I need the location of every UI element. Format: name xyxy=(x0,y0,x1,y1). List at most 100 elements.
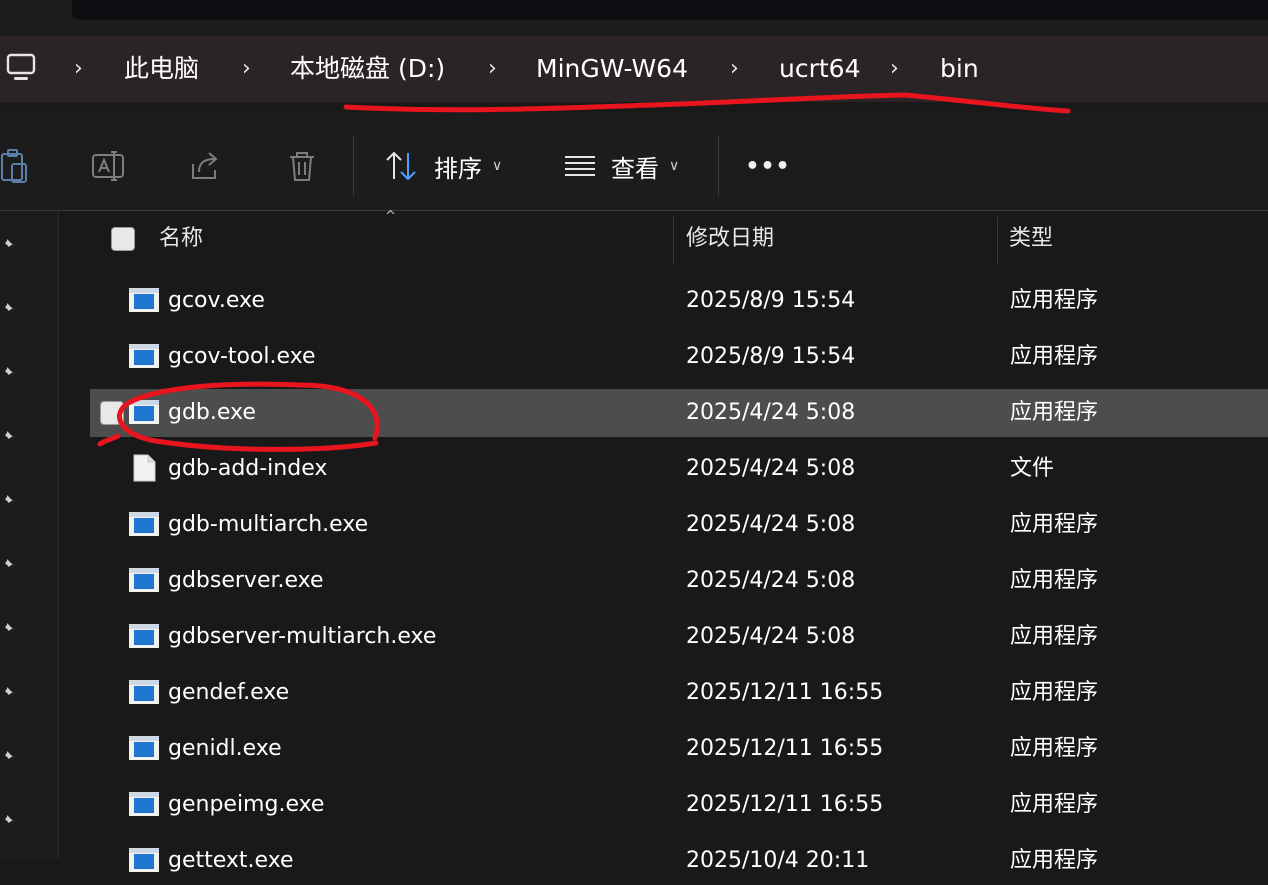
column-type[interactable]: 类型 xyxy=(1009,211,1053,267)
file-type: 应用程序 xyxy=(1010,624,1099,649)
column-header: ^ 名称 修改日期 类型 xyxy=(59,209,1268,267)
exe-icon xyxy=(129,400,159,424)
exe-icon xyxy=(129,792,159,816)
file-type: 应用程序 xyxy=(1010,568,1099,593)
pin-icon[interactable] xyxy=(2,300,16,314)
file-name[interactable]: gendef.exe xyxy=(168,669,289,717)
view-button[interactable]: 查看 ∨ xyxy=(563,146,679,186)
exe-icon xyxy=(129,848,159,872)
file-type: 应用程序 xyxy=(1010,512,1099,537)
breadcrumb-separator[interactable]: › xyxy=(74,52,83,86)
exe-icon xyxy=(129,624,159,648)
column-date[interactable]: 修改日期 xyxy=(686,211,774,267)
pin-icon[interactable] xyxy=(2,748,16,762)
chevron-down-icon: ∨ xyxy=(492,158,503,174)
file-date: 2025/10/4 20:11 xyxy=(686,848,870,873)
pin-icon[interactable] xyxy=(2,556,16,570)
file-row[interactable]: genidl.exe 2025/12/11 16:55 应用程序 xyxy=(90,725,1268,773)
rename-icon xyxy=(92,151,124,181)
file-date: 2025/12/11 16:55 xyxy=(686,680,884,705)
pin-icon[interactable] xyxy=(2,620,16,634)
sort-button[interactable]: 排序 ∨ xyxy=(384,146,502,186)
breadcrumb-separator[interactable]: › xyxy=(488,52,497,86)
file-type: 文件 xyxy=(1010,456,1055,481)
breadcrumb-ucrt64[interactable]: ucrt64 xyxy=(779,52,860,86)
pin-icon[interactable] xyxy=(2,812,16,826)
sort-icon xyxy=(386,151,416,181)
file-name[interactable]: gdb-add-index xyxy=(168,445,327,493)
file-row[interactable]: gdbserver.exe 2025/4/24 5:08 应用程序 xyxy=(90,557,1268,605)
file-row[interactable]: gettext.exe 2025/10/4 20:11 应用程序 xyxy=(90,837,1268,885)
sort-label: 排序 xyxy=(434,154,482,183)
breadcrumb-drive-d[interactable]: 本地磁盘 (D:) xyxy=(290,52,445,86)
breadcrumb-separator[interactable]: › xyxy=(730,52,739,86)
breadcrumb-separator[interactable]: › xyxy=(890,52,899,86)
file-date: 2025/4/24 5:08 xyxy=(686,568,856,593)
file-name[interactable]: genpeimg.exe xyxy=(168,781,324,829)
file-date: 2025/12/11 16:55 xyxy=(686,736,884,761)
paste-button[interactable] xyxy=(0,146,30,186)
file-date: 2025/4/24 5:08 xyxy=(686,456,856,481)
file-row[interactable]: genpeimg.exe 2025/12/11 16:55 应用程序 xyxy=(90,781,1268,829)
exe-icon xyxy=(129,288,159,312)
file-name[interactable]: gdbserver.exe xyxy=(168,557,324,605)
file-row[interactable]: gcov.exe 2025/8/9 15:54 应用程序 xyxy=(90,277,1268,325)
file-name[interactable]: gcov.exe xyxy=(168,277,265,325)
file-date: 2025/4/24 5:08 xyxy=(686,624,856,649)
file-row[interactable]: gdb.exe 2025/4/24 5:08 应用程序 xyxy=(90,389,1268,437)
file-name[interactable]: gdb.exe xyxy=(168,389,256,437)
breadcrumb-this-pc[interactable]: 此电脑 xyxy=(124,52,199,86)
file-name[interactable]: gdb-multiarch.exe xyxy=(168,501,368,549)
file-row[interactable]: gendef.exe 2025/12/11 16:55 应用程序 xyxy=(90,669,1268,717)
column-divider[interactable] xyxy=(673,217,674,265)
toolbar-divider xyxy=(718,136,719,196)
pin-icon[interactable] xyxy=(2,492,16,506)
file-type: 应用程序 xyxy=(1010,288,1099,313)
file-list: ^ 名称 修改日期 类型 gcov.exe 2025/8/9 15:54 应用程序 g… xyxy=(59,209,1268,873)
file-row[interactable]: gdbserver-multiarch.exe 2025/4/24 5:08 应用程… xyxy=(90,613,1268,661)
file-icon xyxy=(133,454,156,482)
file-name[interactable]: genidl.exe xyxy=(168,725,282,773)
file-type: 应用程序 xyxy=(1010,344,1099,369)
breadcrumb-bin[interactable]: bin xyxy=(940,52,979,86)
exe-icon xyxy=(129,736,159,760)
toolbar-divider xyxy=(353,136,354,196)
pin-icon[interactable] xyxy=(2,684,16,698)
column-divider[interactable] xyxy=(997,217,998,265)
rename-button[interactable] xyxy=(88,146,128,186)
file-row[interactable]: gdb-add-index 2025/4/24 5:08 文件 xyxy=(90,445,1268,493)
file-date: 2025/8/9 15:54 xyxy=(686,288,856,313)
select-all-checkbox[interactable] xyxy=(111,227,135,251)
file-name[interactable]: gcov-tool.exe xyxy=(168,333,316,381)
file-name[interactable]: gettext.exe xyxy=(168,837,294,885)
file-date: 2025/4/24 5:08 xyxy=(686,400,856,425)
breadcrumb-mingw[interactable]: MinGW-W64 xyxy=(536,52,688,86)
sort-ascending-icon: ^ xyxy=(385,209,396,224)
share-button[interactable] xyxy=(185,146,225,186)
tab-bar[interactable] xyxy=(72,0,1268,20)
pin-icon[interactable] xyxy=(2,428,16,442)
file-type: 应用程序 xyxy=(1010,792,1099,817)
share-icon xyxy=(192,152,218,179)
exe-icon xyxy=(129,512,159,536)
file-row[interactable]: gdb-multiarch.exe 2025/4/24 5:08 应用程序 xyxy=(90,501,1268,549)
title-strip xyxy=(0,0,1268,36)
file-date: 2025/8/9 15:54 xyxy=(686,344,856,369)
pin-icon[interactable] xyxy=(2,236,16,250)
exe-icon xyxy=(129,680,159,704)
breadcrumb-separator[interactable]: › xyxy=(242,52,251,86)
file-name[interactable]: gdbserver-multiarch.exe xyxy=(168,613,436,661)
clipboard-icon xyxy=(1,149,27,183)
view-list-icon xyxy=(565,156,595,176)
column-name[interactable]: 名称 xyxy=(159,211,203,267)
view-label: 查看 xyxy=(611,154,659,183)
computer-icon[interactable] xyxy=(4,50,38,84)
file-type: 应用程序 xyxy=(1010,736,1099,761)
navigation-pane xyxy=(0,211,59,858)
row-checkbox[interactable] xyxy=(100,401,124,425)
more-options-button[interactable]: ••• xyxy=(745,146,791,186)
pin-icon[interactable] xyxy=(2,364,16,378)
exe-icon xyxy=(129,568,159,592)
file-row[interactable]: gcov-tool.exe 2025/8/9 15:54 应用程序 xyxy=(90,333,1268,381)
delete-button[interactable] xyxy=(282,146,322,186)
